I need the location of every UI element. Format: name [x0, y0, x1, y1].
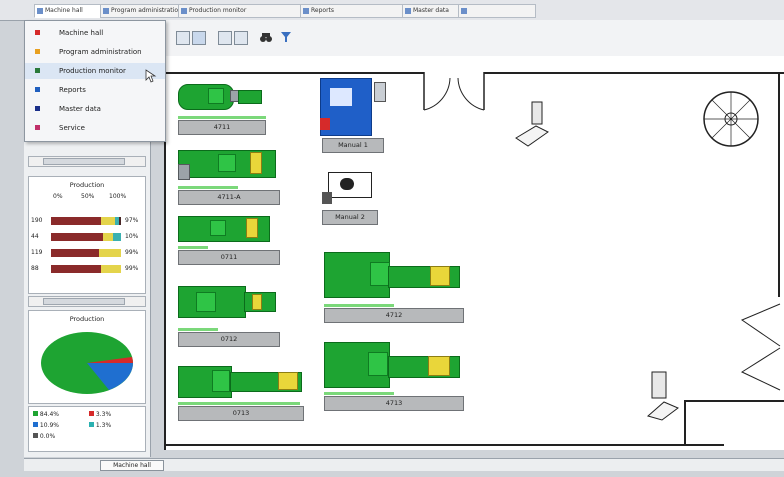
wall: [684, 400, 686, 446]
door-icon: [423, 72, 485, 111]
row-label: 44: [31, 233, 39, 240]
computer-workstation-icon: [515, 101, 549, 147]
row-label: 88: [31, 265, 39, 272]
machine-0712[interactable]: 0712: [174, 280, 284, 354]
wall: [164, 72, 424, 74]
machine-hall-floor-plan: 4711 4711-A 0711 0712 0713 4712 4713 Man…: [164, 56, 784, 450]
machine-manual-2[interactable]: Manual 2: [320, 170, 380, 234]
scale-50: 50%: [81, 193, 95, 200]
legend-item: 1.3%: [89, 422, 111, 429]
tab-machine-hall[interactable]: Machine hall: [34, 4, 108, 18]
toolbar: [164, 20, 784, 57]
legend-item: 84.4%: [33, 411, 59, 418]
production-bars-title: Production: [69, 181, 105, 189]
machine-0713[interactable]: 0713: [174, 360, 304, 434]
panel-scrollbar-middle[interactable]: [28, 296, 146, 307]
production-pie-panel: Production: [28, 310, 146, 404]
status-bar: Machine hall: [24, 458, 784, 471]
machine-manual-1[interactable]: Manual 1: [320, 78, 386, 162]
scale-0: 0%: [53, 193, 63, 200]
wall: [484, 72, 784, 74]
filter-icon[interactable]: [280, 31, 292, 43]
select-button[interactable]: [192, 31, 206, 45]
machine-hall-icon: [35, 30, 40, 35]
door-icon: [740, 303, 781, 391]
legend-item: 3.3%: [89, 411, 111, 418]
mouse-cursor-icon: [145, 69, 157, 83]
production-bar: [51, 233, 121, 241]
machine-4712[interactable]: 4712: [320, 248, 466, 328]
master-data-icon: [35, 106, 40, 111]
navigation-menu: Machine hall Program administration Prod…: [24, 20, 166, 142]
row-value: 99%: [125, 265, 139, 272]
tab-reports[interactable]: Reports: [300, 4, 408, 18]
list-view-button[interactable]: [218, 31, 232, 45]
machine-4711-a[interactable]: 4711-A: [174, 146, 284, 208]
monitor-icon: [35, 68, 40, 73]
row-value: 97%: [125, 217, 139, 224]
left-panel: Production 0% 50% 100% 190 97% 44 10% 11…: [24, 140, 151, 457]
tab-production-monitor[interactable]: Production monitor: [178, 4, 308, 18]
grid-view-button[interactable]: [176, 31, 190, 45]
row-label: 190: [31, 217, 43, 224]
machine-4713[interactable]: 4713: [320, 338, 466, 418]
spiral-staircase-icon: [703, 91, 759, 147]
wall: [778, 72, 780, 297]
computer-workstation-icon: [646, 371, 679, 421]
tab-master-data[interactable]: Master data: [402, 4, 466, 18]
production-bars-panel: Production 0% 50% 100% 190 97% 44 10% 11…: [28, 176, 146, 294]
production-bar: [51, 249, 121, 257]
details-view-button[interactable]: [234, 31, 248, 45]
row-value: 99%: [125, 249, 139, 256]
menu-item-reports[interactable]: Reports: [25, 82, 165, 98]
production-pie-chart: [41, 332, 133, 394]
machine-4711[interactable]: 4711: [174, 80, 266, 142]
menu-item-production-monitor[interactable]: Production monitor: [25, 63, 165, 79]
menu-item-service[interactable]: Service: [25, 120, 165, 136]
scale-100: 100%: [109, 193, 127, 200]
tab-extra[interactable]: [458, 4, 536, 18]
panel-scrollbar-top[interactable]: [28, 156, 146, 167]
production-bar: [51, 217, 121, 225]
tab-program-administration[interactable]: Program administration: [100, 4, 184, 18]
status-tab-machine-hall[interactable]: Machine hall: [100, 460, 164, 471]
reports-icon: [35, 87, 40, 92]
menu-item-program-administration[interactable]: Program administration: [25, 44, 165, 60]
pie-legend: 84.4% 3.3% 10.9% 1.3% 0.0%: [28, 406, 146, 452]
legend-item: 10.9%: [33, 422, 59, 429]
wall: [164, 444, 724, 446]
machine-0711[interactable]: 0711: [174, 212, 284, 274]
menu-item-master-data[interactable]: Master data: [25, 101, 165, 117]
service-icon: [35, 125, 40, 130]
legend-item: 0.0%: [33, 433, 55, 440]
tab-strip: Machine hall Program administration Prod…: [0, 0, 784, 21]
production-bar: [51, 265, 121, 273]
menu-item-machine-hall[interactable]: Machine hall: [25, 25, 165, 41]
wall: [684, 400, 784, 402]
production-pie-title: Production: [69, 315, 105, 323]
binoculars-icon[interactable]: [260, 31, 272, 43]
program-icon: [35, 49, 40, 54]
row-label: 119: [31, 249, 43, 256]
row-value: 10%: [125, 233, 139, 240]
